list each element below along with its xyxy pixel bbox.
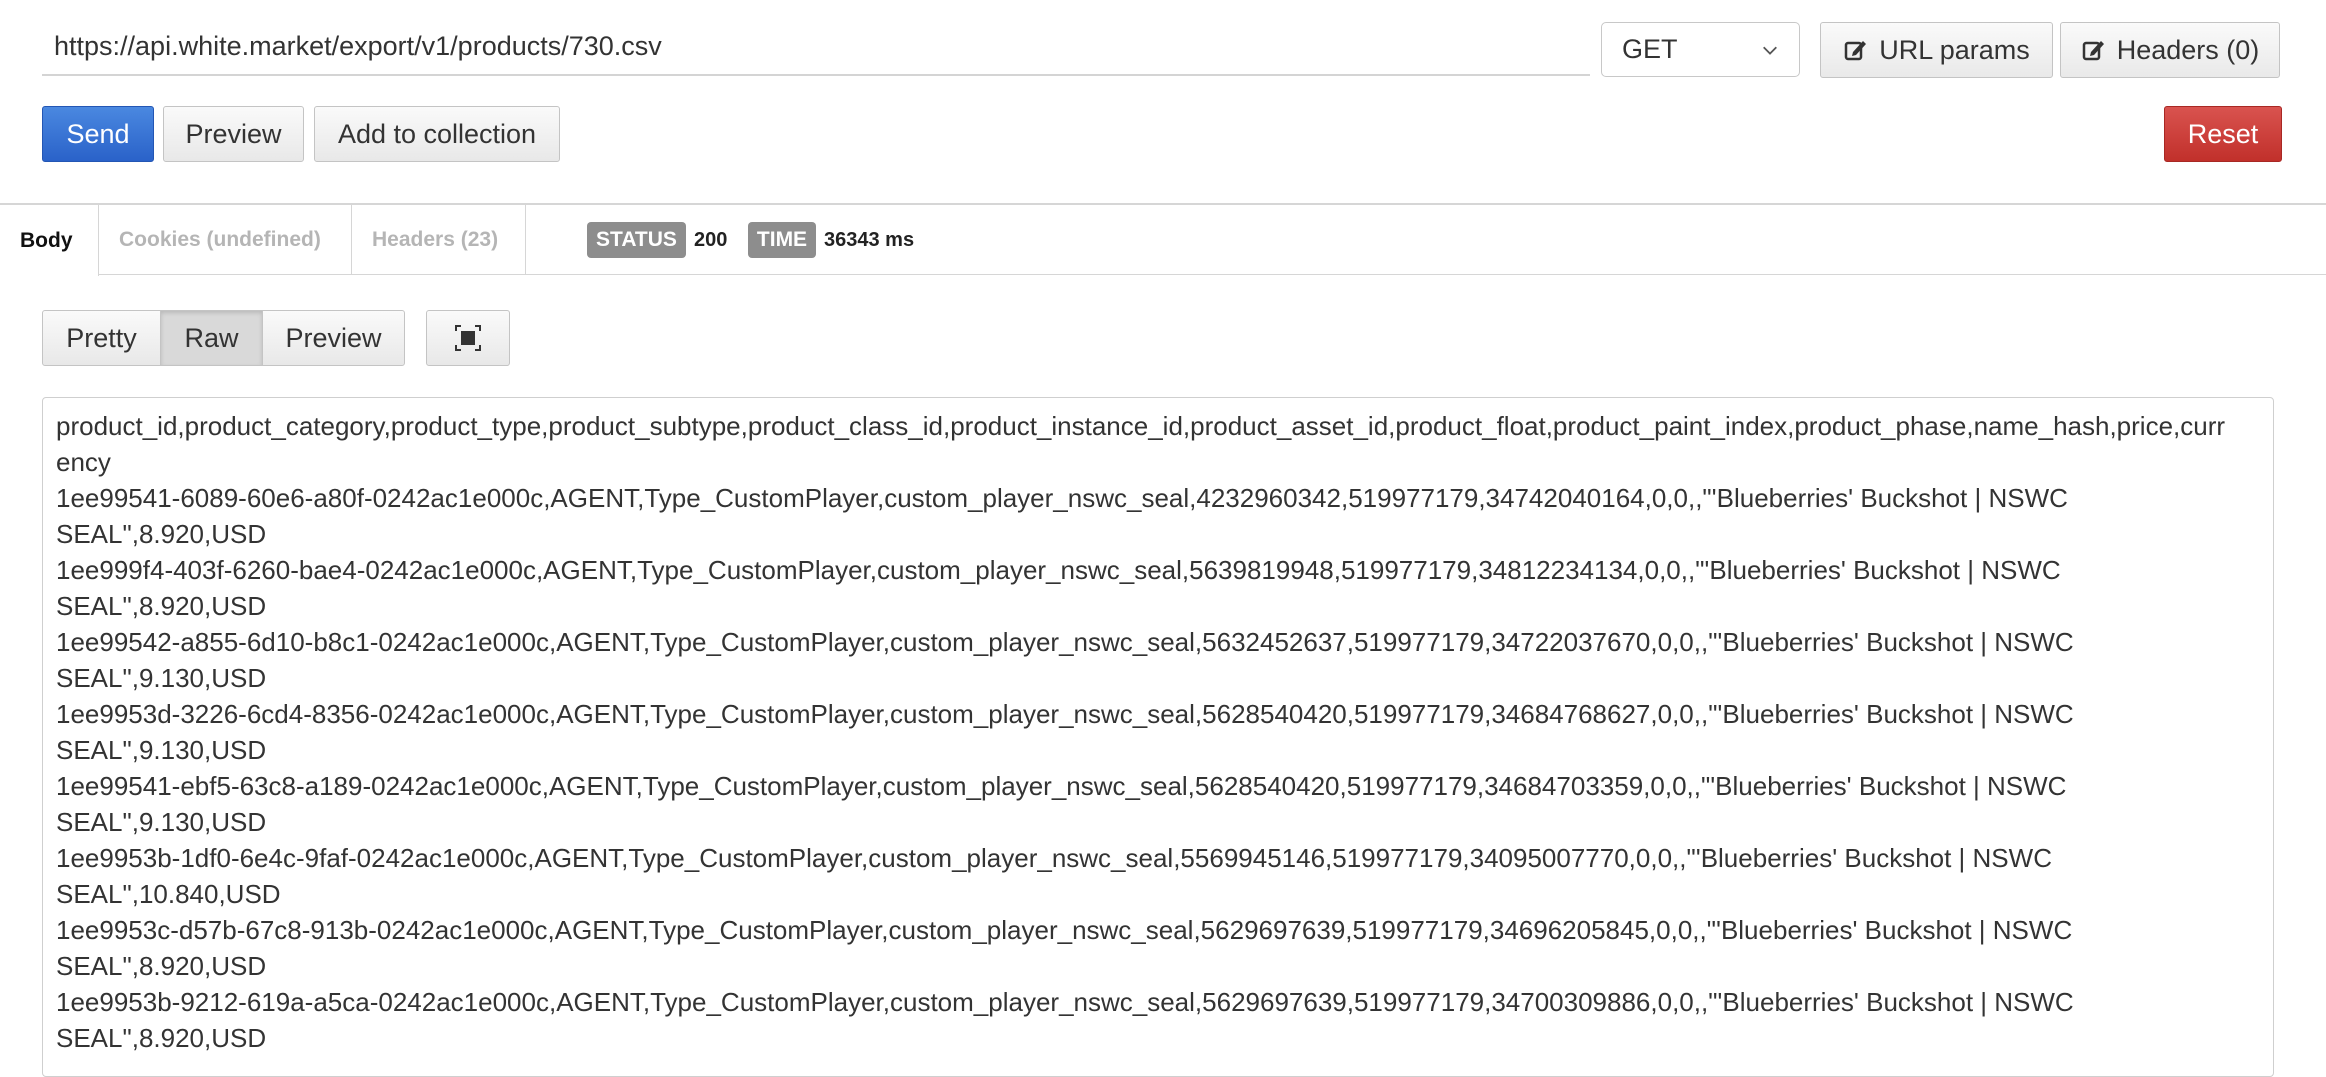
preview-button[interactable]: Preview [163, 106, 304, 162]
headers-button[interactable]: Headers (0) [2060, 22, 2280, 78]
view-pretty-button[interactable]: Pretty [42, 310, 161, 366]
method-value: GET [1622, 34, 1678, 64]
csv-row: 1ee99541-6089-60e6-a80f-0242ac1e000c,AGE… [56, 483, 2068, 549]
time-badge: TIME [748, 222, 816, 258]
view-pretty-label: Pretty [66, 322, 137, 353]
tab-cookies-label: Cookies (undefined) [119, 228, 321, 251]
fullscreen-button[interactable] [426, 310, 510, 366]
view-raw-label: Raw [184, 322, 239, 353]
csv-row: 1ee9953b-1df0-6e4c-9faf-0242ac1e000c,AGE… [56, 843, 2052, 909]
response-tabs: Body Cookies (undefined) Headers (23) ST… [0, 205, 2326, 276]
response-body[interactable]: product_id,product_category,product_type… [42, 397, 2274, 1077]
tab-headers[interactable]: Headers (23) [352, 205, 526, 275]
view-raw-button[interactable]: Raw [160, 310, 263, 366]
chevron-down-icon [1763, 46, 1777, 55]
csv-row: 1ee999f4-403f-6260-bae4-0242ac1e000c,AGE… [56, 555, 2061, 621]
reset-label: Reset [2187, 118, 2259, 149]
method-select[interactable]: GET [1601, 22, 1800, 77]
status-value: 200 [694, 228, 728, 251]
csv-row: 1ee99542-a855-6d10-b8c1-0242ac1e000c,AGE… [56, 627, 2074, 693]
reset-button[interactable]: Reset [2164, 106, 2282, 162]
csv-row: 1ee9953b-9212-619a-a5ca-0242ac1e000c,AGE… [56, 987, 2074, 1053]
url-params-button[interactable]: URL params [1820, 22, 2053, 78]
csv-row: 1ee9953c-d57b-67c8-913b-0242ac1e000c,AGE… [56, 915, 2073, 981]
send-label: Send [66, 118, 130, 149]
preview-label: Preview [185, 118, 282, 149]
url-input[interactable] [42, 18, 1590, 76]
fullscreen-icon [455, 325, 481, 351]
csv-row: 1ee9953d-3226-6cd4-8356-0242ac1e000c,AGE… [56, 699, 2074, 765]
csv-header-line: product_id,product_category,product_type… [56, 411, 2226, 477]
tab-cookies[interactable]: Cookies (undefined) [99, 205, 352, 275]
tab-body[interactable]: Body [0, 205, 99, 276]
status-badge: STATUS [587, 222, 686, 258]
url-params-label: URL params [1879, 34, 2030, 65]
headers-label: Headers (0) [2116, 34, 2260, 65]
add-to-collection-label: Add to collection [337, 118, 537, 149]
tab-headers-label: Headers (23) [372, 228, 499, 251]
edit-icon [2082, 41, 2104, 61]
csv-row: 1ee99541-ebf5-63c8-a189-0242ac1e000c,AGE… [56, 771, 2067, 837]
add-to-collection-button[interactable]: Add to collection [314, 106, 560, 162]
time-value: 36343 ms [824, 228, 915, 251]
view-preview-label: Preview [285, 322, 382, 353]
view-mode-group: Pretty Raw Preview [42, 310, 405, 366]
view-preview-button[interactable]: Preview [262, 310, 405, 366]
send-button[interactable]: Send [42, 106, 154, 162]
tab-body-label: Body [20, 228, 73, 252]
edit-icon [1844, 41, 1867, 61]
